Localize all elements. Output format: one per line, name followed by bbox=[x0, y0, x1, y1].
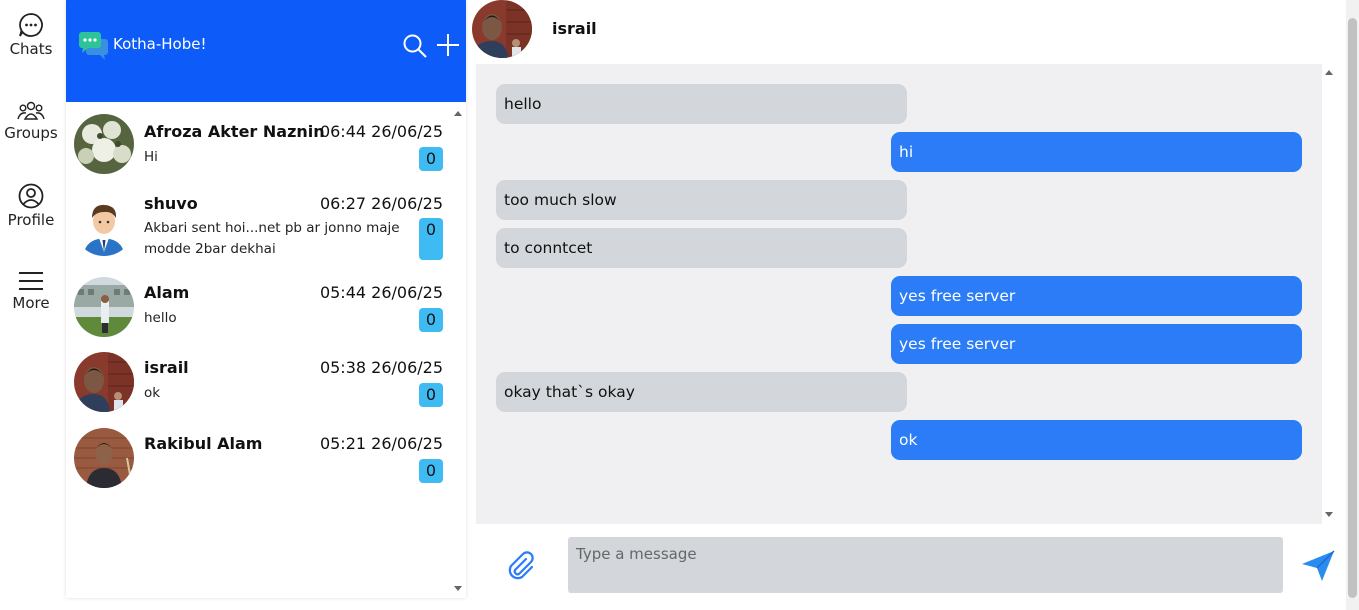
avatar bbox=[74, 428, 134, 488]
chat-list-item[interactable]: Afroza Akter Naznin 06:44 26/06/25 Hi 0 bbox=[66, 114, 456, 176]
message-bubble-incoming: hello bbox=[496, 84, 907, 124]
chat-list-item[interactable]: israil 05:38 26/06/25 ok 0 bbox=[66, 352, 456, 414]
conversation-avatar[interactable] bbox=[472, 0, 532, 58]
chat-time: 05:44 26/06/25 bbox=[319, 283, 443, 302]
chat-time: 06:44 26/06/25 bbox=[319, 122, 443, 141]
nav-chats[interactable]: Chats bbox=[0, 12, 62, 58]
nav-groups-label: Groups bbox=[4, 124, 58, 142]
unread-badge: 0 bbox=[419, 308, 443, 332]
chat-list-panel: Kotha-Hobe! Afroza Akter Naznin 06:44 26… bbox=[66, 0, 466, 598]
chat-list: Afroza Akter Naznin 06:44 26/06/25 Hi 0 … bbox=[66, 102, 466, 598]
chat-last-message: ok bbox=[144, 385, 161, 401]
conversation-contact-name: israil bbox=[552, 19, 597, 38]
thread-scroll-down-icon[interactable] bbox=[1325, 512, 1333, 517]
nav-groups[interactable]: Groups bbox=[0, 100, 62, 142]
nav-profile[interactable]: Profile bbox=[0, 183, 62, 229]
chat-list-item[interactable]: shuvo 06:27 26/06/25 Akbari sent hoi...n… bbox=[66, 192, 456, 262]
avatar bbox=[74, 196, 134, 256]
message-bubble-incoming: to conntcet bbox=[496, 228, 907, 268]
chat-name: Rakibul Alam bbox=[144, 434, 263, 453]
chat-time: 05:21 26/06/25 bbox=[319, 434, 443, 453]
groups-icon bbox=[17, 101, 45, 120]
message-bubble-outgoing: yes free server bbox=[891, 276, 1302, 316]
nav-chats-label: Chats bbox=[9, 40, 53, 58]
unread-badge: 0 bbox=[419, 218, 443, 260]
chat-name: Alam bbox=[144, 283, 190, 302]
nav-more-label: More bbox=[12, 294, 50, 312]
chat-list-header: Kotha-Hobe! bbox=[66, 0, 466, 102]
nav-more[interactable]: More bbox=[0, 270, 62, 312]
message-bubble-incoming: okay that`s okay bbox=[496, 372, 907, 412]
chat-list-item[interactable]: Rakibul Alam 05:21 26/06/25 0 bbox=[66, 428, 456, 490]
unread-badge: 0 bbox=[419, 459, 443, 483]
message-bubble-outgoing: yes free server bbox=[891, 324, 1302, 364]
message-bubble-outgoing: hi bbox=[891, 132, 1302, 172]
chat-last-message: Akbari sent hoi...net pb ar jonno maje m… bbox=[144, 220, 400, 257]
chat-name: shuvo bbox=[144, 194, 198, 213]
send-icon[interactable] bbox=[1300, 549, 1336, 583]
message-bubble-outgoing: ok bbox=[891, 420, 1302, 460]
left-nav-rail: Chats Groups Profile More bbox=[0, 0, 62, 610]
unread-badge: 0 bbox=[419, 383, 443, 407]
list-scroll-down-icon[interactable] bbox=[454, 586, 462, 591]
hamburger-menu-icon bbox=[19, 272, 43, 290]
chat-last-message: Hi bbox=[144, 149, 158, 165]
avatar bbox=[74, 114, 134, 174]
search-icon[interactable] bbox=[402, 33, 428, 59]
nav-profile-label: Profile bbox=[7, 211, 55, 229]
avatar bbox=[74, 352, 134, 412]
message-input[interactable] bbox=[568, 537, 1283, 593]
paperclip-icon[interactable] bbox=[505, 550, 537, 582]
message-bubble-incoming: too much slow bbox=[496, 180, 907, 220]
app-logo-icon bbox=[79, 32, 108, 60]
chat-list-item[interactable]: Alam 05:44 26/06/25 hello 0 bbox=[66, 277, 456, 339]
chat-last-message: hello bbox=[144, 310, 177, 326]
app-title: Kotha-Hobe! bbox=[113, 35, 207, 53]
avatar bbox=[74, 277, 134, 337]
message-thread[interactable]: hello hi too much slow to conntcet yes f… bbox=[476, 64, 1333, 524]
profile-icon bbox=[18, 183, 44, 209]
chat-time: 06:27 26/06/25 bbox=[319, 194, 443, 213]
unread-badge: 0 bbox=[419, 147, 443, 171]
page-scrollbar[interactable] bbox=[1346, 0, 1359, 610]
chat-name: Afroza Akter Naznin bbox=[144, 122, 325, 141]
chat-time: 05:38 26/06/25 bbox=[319, 358, 443, 377]
list-scroll-up-icon[interactable] bbox=[454, 111, 462, 116]
add-chat-icon[interactable] bbox=[436, 33, 460, 57]
chat-bubble-icon bbox=[19, 13, 43, 37]
chat-name: israil bbox=[144, 358, 189, 377]
page-scrollbar-thumb[interactable] bbox=[1348, 18, 1357, 598]
thread-scroll-up-icon[interactable] bbox=[1325, 70, 1333, 75]
